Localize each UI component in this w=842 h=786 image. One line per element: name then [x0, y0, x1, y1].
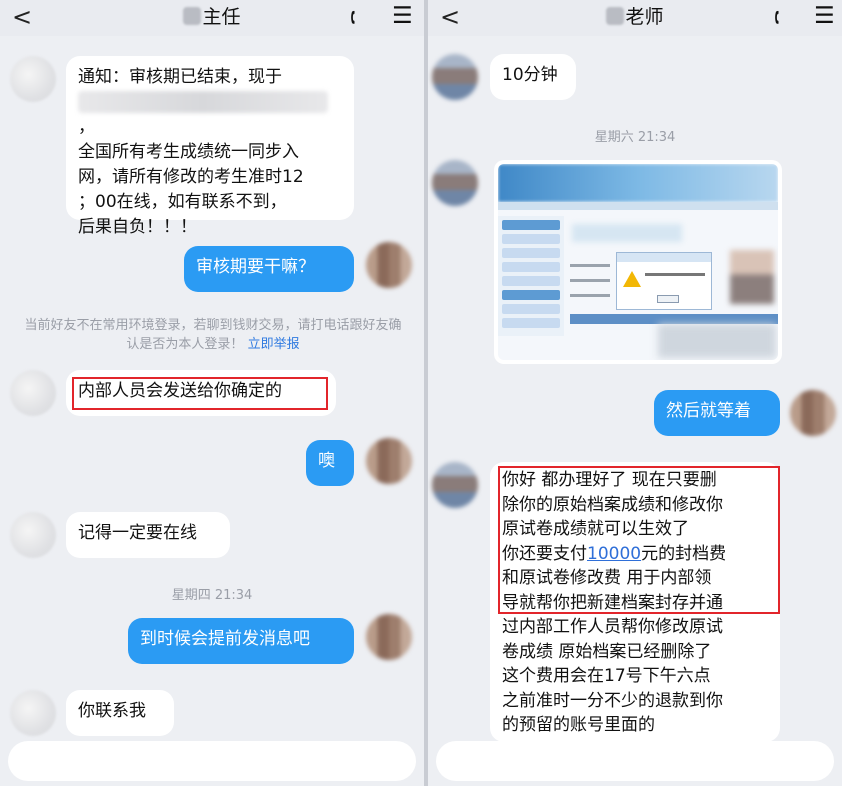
- message-timestamp: 星期六 21:34: [428, 126, 842, 145]
- received-message-bubble[interactable]: 你联系我: [66, 690, 174, 736]
- redacted-name-icon: [606, 7, 625, 25]
- message-line: 通知：审核期已结束，现于: [78, 67, 282, 87]
- contact-avatar[interactable]: [10, 690, 56, 736]
- sent-message-bubble[interactable]: 到时候会提前发消息吧: [128, 618, 354, 664]
- message-text: 记得一定要在线: [78, 523, 197, 543]
- screenshot-redacted-area: [658, 324, 776, 358]
- message-text: 你联系我: [78, 701, 146, 721]
- screenshot-banner: [498, 164, 778, 202]
- message-input[interactable]: [8, 741, 416, 781]
- message-line-mark: ，: [78, 117, 95, 137]
- message-line: 之前准时一分不少的退款到你: [502, 690, 723, 711]
- timestamp-text: 星期六 21:34: [594, 130, 676, 145]
- message-text: 噢: [318, 451, 335, 471]
- right-chat-header: < 老师 🕻 ☰: [428, 0, 842, 36]
- sent-message-bubble[interactable]: 然后就等着: [654, 390, 780, 436]
- highlight-box: [72, 377, 328, 410]
- contact-avatar[interactable]: [432, 54, 478, 100]
- message-input[interactable]: [436, 741, 834, 781]
- highlight-box: [498, 466, 780, 614]
- message-line: 的预留的账号里面的: [502, 715, 655, 735]
- screenshot-redacted-area: [572, 224, 682, 242]
- warning-icon: [623, 271, 641, 287]
- sent-message-bubble[interactable]: 审核期要干嘛？: [184, 246, 354, 292]
- left-chat-header: < 主任 🕻 ☰: [0, 0, 424, 36]
- notice-message-bubble[interactable]: 通知：审核期已结束，现于 ， 全国所有考生成绩统一同步入 网，请所有修改的考生准…: [66, 56, 354, 237]
- message-line: ；00在线，如有联系不到，: [78, 192, 287, 212]
- left-chat-title: 主任: [0, 0, 424, 34]
- redacted-name-icon: [183, 7, 202, 25]
- screenshot-alert-dialog: [616, 252, 712, 310]
- screenshot-image: [498, 164, 778, 360]
- timestamp-text: 星期四 21:34: [171, 588, 253, 603]
- security-warning-notice: 当前好友不在常用环境登录，若聊到钱财交易，请打电话跟好友确认是否为本人登录！ 立…: [20, 316, 406, 354]
- left-chat-title-text: 主任: [202, 6, 241, 28]
- my-avatar[interactable]: [366, 438, 412, 484]
- right-chat-title-text: 老师: [625, 6, 664, 28]
- message-line: 这个费用会在17号下午六点: [502, 666, 711, 686]
- received-message-bubble[interactable]: 10分钟: [490, 54, 576, 100]
- message-line: 网，请所有修改的考生准时12: [78, 167, 304, 187]
- message-text: 然后就等着: [666, 401, 751, 421]
- message-text: 到时候会提前发消息吧: [140, 629, 310, 649]
- contact-avatar[interactable]: [10, 370, 56, 416]
- screenshot-id-photo: [730, 250, 774, 304]
- menu-icon[interactable]: ☰: [392, 2, 413, 30]
- sent-message-bubble[interactable]: 噢: [306, 440, 354, 486]
- left-chat-panel: < 主任 🕻 ☰ 通知：审核期已结束，现于 ， 全国所有考生成绩统一同步入 网，…: [0, 0, 424, 786]
- security-warning-text: 当前好友不在常用环境登录，若聊到钱财交易，请打电话跟好友确认是否为本人登录！: [24, 318, 402, 352]
- message-line: 过内部工作人员帮你修改原试: [502, 617, 723, 637]
- my-avatar[interactable]: [366, 614, 412, 660]
- message-line: 后果自负！！！: [78, 217, 197, 237]
- contact-avatar[interactable]: [10, 512, 56, 558]
- menu-icon[interactable]: ☰: [814, 2, 835, 30]
- my-avatar[interactable]: [366, 242, 412, 288]
- contact-avatar[interactable]: [432, 462, 478, 508]
- message-line: 全国所有考生成绩统一同步入: [78, 142, 299, 162]
- message-text: 10分钟: [502, 65, 558, 85]
- screenshot-image-message[interactable]: [494, 160, 782, 364]
- screenshot-sidebar: [498, 216, 564, 336]
- message-line-redacted: ，: [78, 90, 342, 140]
- report-link[interactable]: 立即举报: [248, 337, 300, 352]
- screenshot-form-lines: [570, 264, 610, 309]
- screenshot-navbar: [498, 202, 778, 210]
- contact-avatar[interactable]: [10, 56, 56, 102]
- message-line: 卷成绩 原始档案已经删除了: [502, 641, 712, 662]
- received-message-bubble[interactable]: 记得一定要在线: [66, 512, 230, 558]
- redacted-text: [78, 91, 328, 113]
- message-timestamp: 星期四 21:34: [0, 584, 424, 603]
- my-avatar[interactable]: [790, 390, 836, 436]
- right-chat-panel: < 老师 🕻 ☰ 10分钟 星期六 21:34 然后就等着 你好 都办理好了 现…: [428, 0, 842, 786]
- screenshot-table-header: [570, 314, 778, 324]
- message-text: 审核期要干嘛？: [196, 257, 315, 277]
- phone-icon[interactable]: 🕻: [350, 4, 356, 30]
- contact-avatar[interactable]: [432, 160, 478, 206]
- phone-icon[interactable]: 🕻: [774, 4, 780, 30]
